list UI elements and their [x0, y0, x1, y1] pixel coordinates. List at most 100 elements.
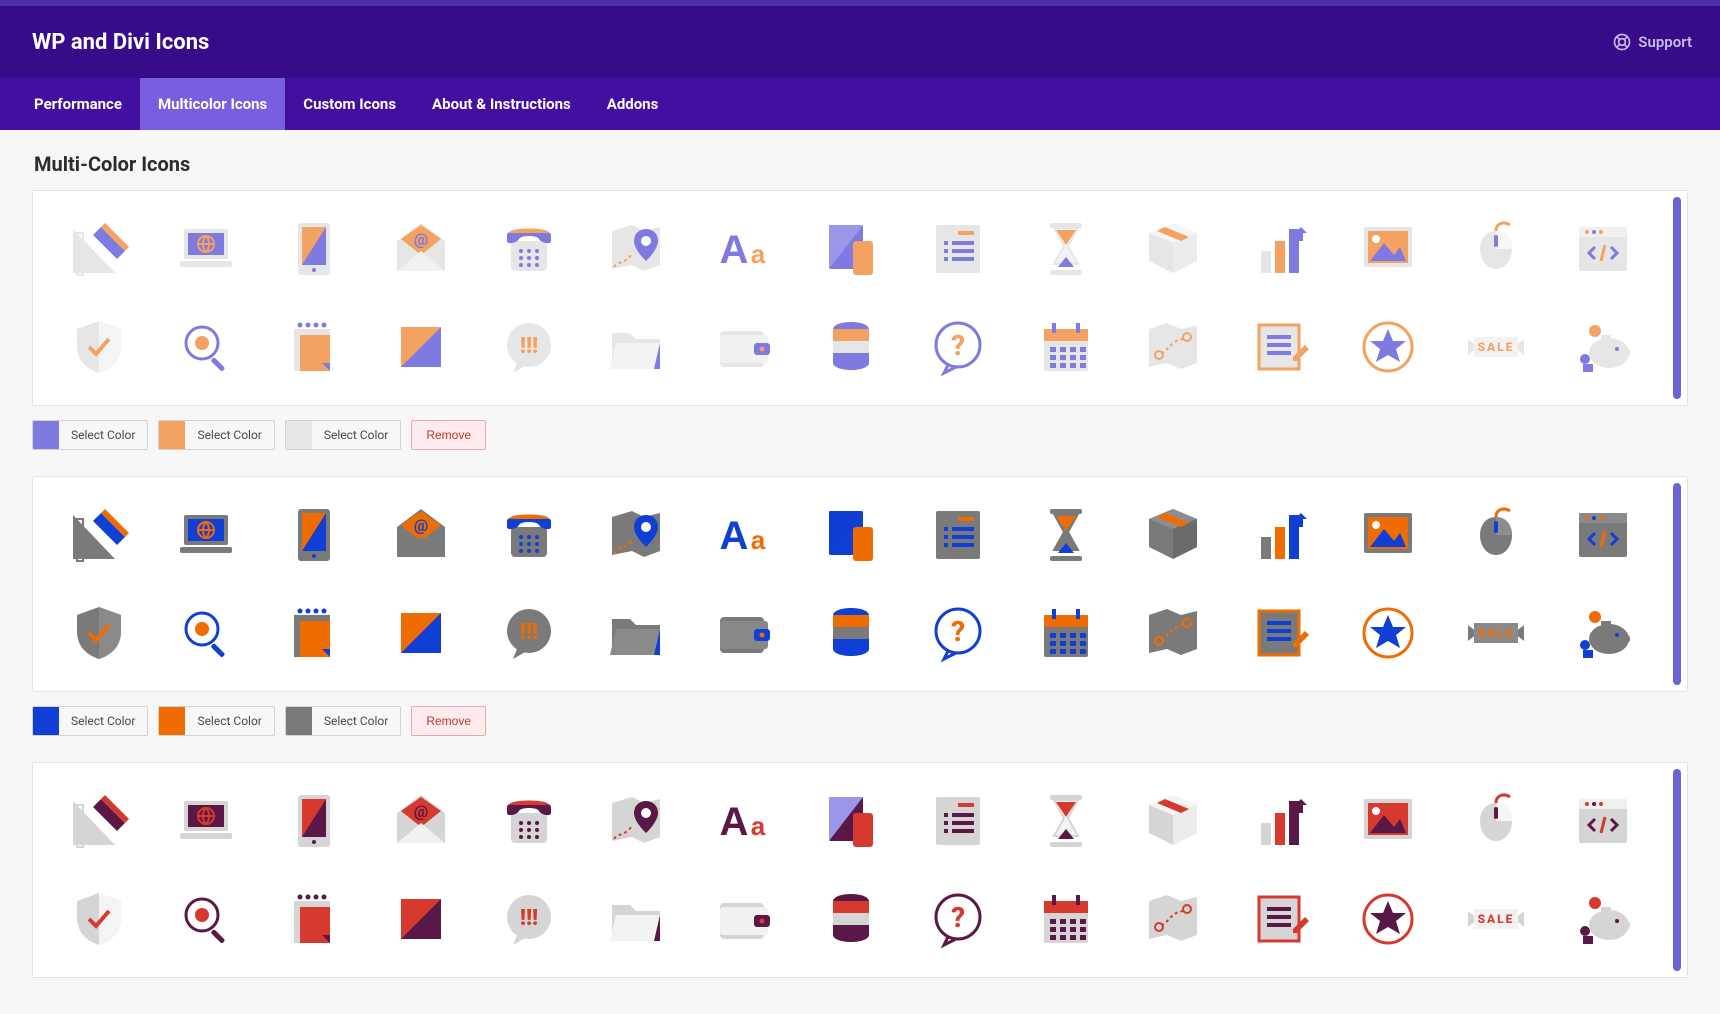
star-badge-icon[interactable] — [1339, 307, 1438, 387]
magnifier-icon[interactable] — [156, 593, 255, 673]
color-picker-0-2[interactable]: Select Color — [285, 420, 401, 450]
square-flat-icon[interactable] — [371, 879, 470, 959]
edit-list-icon[interactable] — [1231, 593, 1330, 673]
star-badge-icon[interactable] — [1339, 879, 1438, 959]
folder-icon[interactable] — [586, 879, 685, 959]
wallet-icon[interactable] — [694, 307, 793, 387]
mouse-icon[interactable] — [1446, 209, 1545, 289]
calendar-icon[interactable] — [1016, 879, 1115, 959]
mouse-icon[interactable] — [1446, 781, 1545, 861]
scrollbar[interactable] — [1673, 769, 1681, 971]
box-3d-icon[interactable] — [1124, 495, 1223, 575]
picture-icon[interactable] — [1339, 781, 1438, 861]
bar-chart-icon[interactable] — [1231, 781, 1330, 861]
bar-chart-icon[interactable] — [1231, 209, 1330, 289]
tablet-icon[interactable] — [264, 209, 363, 289]
color-picker-0-1[interactable]: Select Color — [158, 420, 274, 450]
savings-icon[interactable] — [1554, 593, 1653, 673]
speech-alert-icon[interactable]: !!! — [479, 593, 578, 673]
shield-check-icon[interactable] — [49, 307, 148, 387]
sale-ribbon-icon[interactable]: SALE — [1446, 593, 1545, 673]
remove-button[interactable]: Remove — [411, 420, 486, 450]
database-icon[interactable] — [801, 307, 900, 387]
envelope-at-icon[interactable]: @ — [371, 781, 470, 861]
wallet-icon[interactable] — [694, 593, 793, 673]
square-flat-icon[interactable] — [371, 307, 470, 387]
notepad-icon[interactable] — [264, 593, 363, 673]
question-bubble-icon[interactable]: ? — [909, 593, 1008, 673]
tab-custom-icons[interactable]: Custom Icons — [285, 78, 414, 130]
bar-chart-icon[interactable] — [1231, 495, 1330, 575]
wallet-icon[interactable] — [694, 879, 793, 959]
envelope-at-icon[interactable]: @ — [371, 495, 470, 575]
pencil-ruler-icon[interactable] — [49, 781, 148, 861]
question-bubble-icon[interactable]: ? — [909, 307, 1008, 387]
magnifier-icon[interactable] — [156, 879, 255, 959]
sale-ribbon-icon[interactable]: SALE — [1446, 879, 1545, 959]
notepad-icon[interactable] — [264, 307, 363, 387]
edit-list-icon[interactable] — [1231, 307, 1330, 387]
laptop-globe-icon[interactable] — [156, 495, 255, 575]
savings-icon[interactable] — [1554, 307, 1653, 387]
picture-icon[interactable] — [1339, 495, 1438, 575]
tab-multicolor-icons[interactable]: Multicolor Icons — [140, 78, 285, 130]
route-map-icon[interactable] — [1124, 307, 1223, 387]
code-window-icon[interactable] — [1554, 495, 1653, 575]
pencil-ruler-icon[interactable] — [49, 209, 148, 289]
tablet-icon[interactable] — [264, 781, 363, 861]
magnifier-icon[interactable] — [156, 307, 255, 387]
pencil-ruler-icon[interactable] — [49, 495, 148, 575]
code-window-icon[interactable] — [1554, 209, 1653, 289]
remove-button[interactable]: Remove — [411, 706, 486, 736]
folder-icon[interactable] — [586, 307, 685, 387]
phone-device-icon[interactable] — [801, 495, 900, 575]
star-badge-icon[interactable] — [1339, 593, 1438, 673]
font-aa-icon[interactable]: A a — [694, 495, 793, 575]
database-icon[interactable] — [801, 879, 900, 959]
edit-list-icon[interactable] — [1231, 879, 1330, 959]
font-aa-icon[interactable]: A a — [694, 209, 793, 289]
speech-alert-icon[interactable]: !!! — [479, 879, 578, 959]
desk-phone-icon[interactable] — [479, 781, 578, 861]
phone-device-icon[interactable] — [801, 209, 900, 289]
speech-alert-icon[interactable]: !!! — [479, 307, 578, 387]
tab-about-instructions[interactable]: About & Instructions — [414, 78, 589, 130]
tablet-icon[interactable] — [264, 495, 363, 575]
mouse-icon[interactable] — [1446, 495, 1545, 575]
hourglass-icon[interactable] — [1016, 781, 1115, 861]
code-window-icon[interactable] — [1554, 781, 1653, 861]
sale-ribbon-icon[interactable]: SALE — [1446, 307, 1545, 387]
tab-performance[interactable]: Performance — [16, 78, 140, 130]
shield-check-icon[interactable] — [49, 879, 148, 959]
route-map-icon[interactable] — [1124, 879, 1223, 959]
color-picker-1-1[interactable]: Select Color — [158, 706, 274, 736]
laptop-globe-icon[interactable] — [156, 781, 255, 861]
color-picker-0-0[interactable]: Select Color — [32, 420, 148, 450]
map-pin-icon[interactable] — [586, 495, 685, 575]
calendar-icon[interactable] — [1016, 307, 1115, 387]
calendar-icon[interactable] — [1016, 593, 1115, 673]
box-3d-icon[interactable] — [1124, 209, 1223, 289]
desk-phone-icon[interactable] — [479, 209, 578, 289]
phone-device-icon[interactable] — [801, 781, 900, 861]
question-bubble-icon[interactable]: ? — [909, 879, 1008, 959]
map-pin-icon[interactable] — [586, 209, 685, 289]
laptop-globe-icon[interactable] — [156, 209, 255, 289]
route-map-icon[interactable] — [1124, 593, 1223, 673]
list-icon[interactable] — [909, 781, 1008, 861]
savings-icon[interactable] — [1554, 879, 1653, 959]
envelope-at-icon[interactable]: @ — [371, 209, 470, 289]
database-icon[interactable] — [801, 593, 900, 673]
color-picker-1-0[interactable]: Select Color — [32, 706, 148, 736]
scrollbar[interactable] — [1673, 197, 1681, 399]
tab-addons[interactable]: Addons — [589, 78, 677, 130]
support-link[interactable]: Support — [1612, 32, 1692, 52]
map-pin-icon[interactable] — [586, 781, 685, 861]
color-picker-1-2[interactable]: Select Color — [285, 706, 401, 736]
box-3d-icon[interactable] — [1124, 781, 1223, 861]
folder-icon[interactable] — [586, 593, 685, 673]
notepad-icon[interactable] — [264, 879, 363, 959]
list-icon[interactable] — [909, 209, 1008, 289]
hourglass-icon[interactable] — [1016, 209, 1115, 289]
scrollbar[interactable] — [1673, 483, 1681, 685]
